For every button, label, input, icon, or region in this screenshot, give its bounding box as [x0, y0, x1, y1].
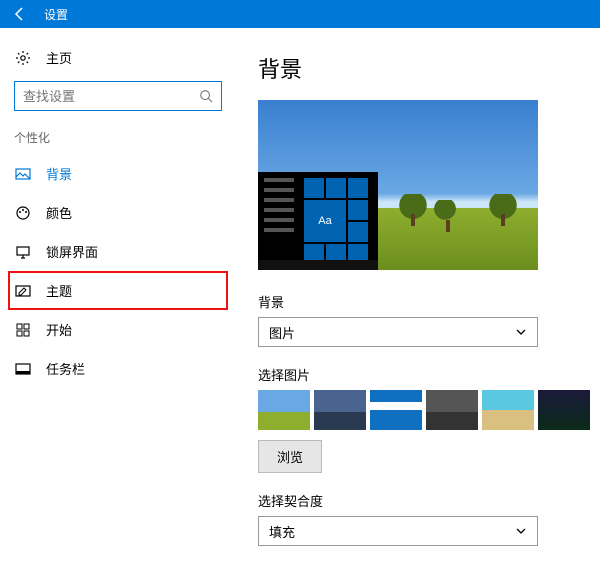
main-panel: 背景 Aa 背景 图片 选择图片 [230, 28, 600, 580]
back-button[interactable] [0, 0, 40, 28]
chevron-down-icon [515, 326, 527, 338]
start-grid-icon [14, 322, 32, 338]
sidebar-item-label: 开始 [46, 320, 72, 339]
sidebar-home-label: 主页 [46, 48, 72, 67]
taskbar-icon [14, 361, 32, 377]
sidebar: 主页 个性化 背景 颜色 锁屏界面 主题 开始 [0, 28, 230, 580]
sidebar-item-background[interactable]: 背景 [8, 154, 228, 193]
sidebar-item-label: 背景 [46, 164, 72, 183]
sidebar-item-colors[interactable]: 颜色 [8, 193, 228, 232]
gear-icon [14, 50, 32, 66]
sidebar-item-start[interactable]: 开始 [8, 310, 228, 349]
sidebar-item-taskbar[interactable]: 任务栏 [8, 349, 228, 388]
chevron-down-icon [515, 525, 527, 537]
browse-button[interactable]: 浏览 [258, 440, 322, 473]
picture-thumbnails [258, 390, 590, 430]
picture-thumb[interactable] [482, 390, 534, 430]
titlebar: 设置 [0, 0, 600, 28]
picture-thumb[interactable] [426, 390, 478, 430]
search-box[interactable] [14, 81, 222, 111]
picture-thumb[interactable] [370, 390, 422, 430]
background-dropdown[interactable]: 图片 [258, 317, 538, 347]
sidebar-item-themes[interactable]: 主题 [8, 271, 228, 310]
fit-dropdown-label: 选择契合度 [258, 491, 590, 510]
desktop-preview: Aa [258, 100, 538, 270]
titlebar-title: 设置 [40, 6, 68, 23]
picture-thumb[interactable] [538, 390, 590, 430]
palette-icon [14, 205, 32, 221]
sidebar-item-label: 主题 [46, 281, 72, 300]
page-title: 背景 [258, 52, 590, 84]
choose-picture-label: 选择图片 [258, 365, 590, 384]
picture-icon [14, 166, 32, 182]
search-input[interactable] [23, 89, 199, 104]
picture-thumb[interactable] [314, 390, 366, 430]
sidebar-home[interactable]: 主页 [8, 42, 228, 77]
background-dropdown-value: 图片 [269, 323, 295, 342]
fit-dropdown[interactable]: 填充 [258, 516, 538, 546]
arrow-left-icon [12, 6, 28, 22]
sidebar-item-lockscreen[interactable]: 锁屏界面 [8, 232, 228, 271]
picture-thumb[interactable] [258, 390, 310, 430]
sidebar-item-label: 锁屏界面 [46, 242, 98, 261]
fit-dropdown-value: 填充 [269, 522, 295, 541]
sidebar-item-label: 颜色 [46, 203, 72, 222]
search-icon [199, 89, 213, 103]
background-dropdown-label: 背景 [258, 292, 590, 311]
monitor-icon [14, 244, 32, 260]
sidebar-section-label: 个性化 [8, 129, 228, 154]
sidebar-item-label: 任务栏 [46, 359, 85, 378]
pencil-icon [14, 283, 32, 299]
preview-tile-text: Aa [304, 200, 346, 242]
